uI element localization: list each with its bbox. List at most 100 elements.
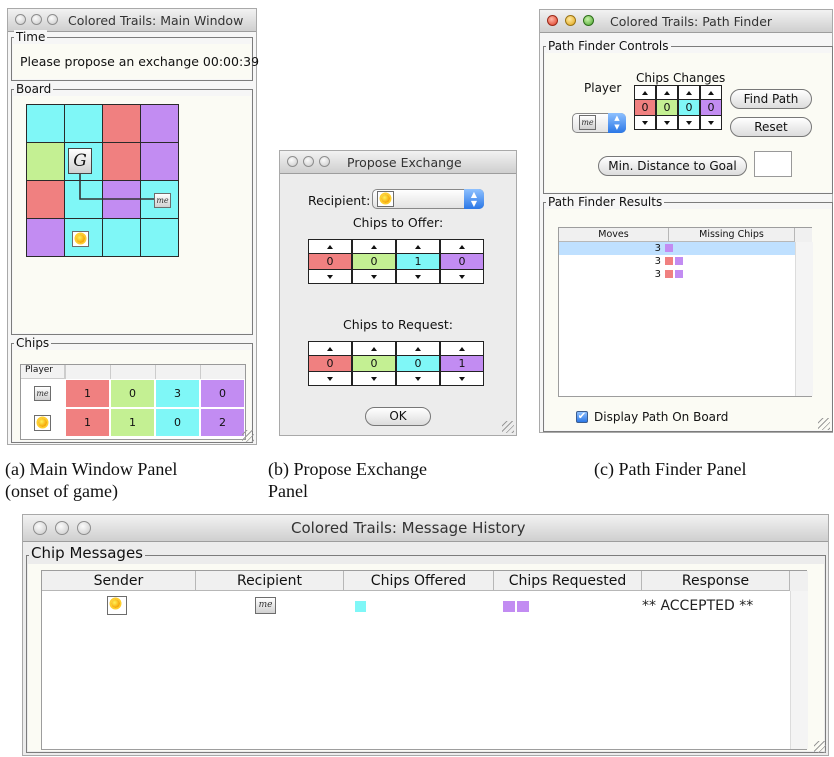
minimize-icon[interactable] — [55, 521, 69, 535]
increment-arrow-icon[interactable] — [396, 239, 440, 254]
results-table: Moves Missing Chips 3 3 3 — [558, 227, 813, 397]
time-group: Time Please propose an exchange 00:00:39 — [11, 30, 259, 81]
chips-table: Player me 10301102 — [20, 364, 246, 440]
sun-token — [34, 415, 51, 431]
group-label: Path Finder Results — [546, 195, 665, 209]
sun-token — [107, 596, 127, 615]
column-header[interactable]: Sender — [42, 571, 196, 591]
increment-arrow-icon[interactable] — [656, 85, 678, 100]
pathfinder-window: Colored Trails: Path Finder Path Finder … — [539, 9, 833, 433]
resize-grip[interactable] — [242, 430, 254, 442]
min-distance-field[interactable] — [754, 151, 792, 177]
main-window-titlebar: Colored Trails: Main Window — [8, 9, 256, 32]
list-item[interactable]: 3 — [559, 242, 795, 255]
status-text: Please propose an exchange 00:00:39 — [20, 54, 260, 69]
missing-chip — [675, 257, 683, 265]
col-missing[interactable]: Missing Chips — [669, 228, 795, 242]
zoom-icon[interactable] — [47, 14, 58, 25]
table-header-cell — [200, 365, 245, 379]
player-select[interactable]: me ▲ ▼ — [572, 113, 626, 133]
close-icon[interactable] — [33, 521, 47, 535]
zoom-icon[interactable] — [319, 156, 330, 167]
window-title: Colored Trails: Main Window — [68, 13, 244, 28]
display-path-checkbox[interactable]: ✔ — [576, 411, 588, 423]
popup-stepper-icon: ▲ ▼ — [464, 189, 484, 209]
resize-grip[interactable] — [502, 421, 514, 433]
col-moves[interactable]: Moves — [559, 228, 669, 242]
chip-value: 1 — [440, 355, 484, 372]
increment-arrow-icon[interactable] — [308, 239, 352, 254]
request-label: Chips to Request: — [342, 317, 454, 332]
decrement-arrow-icon[interactable] — [396, 371, 440, 386]
increment-arrow-icon[interactable] — [352, 239, 396, 254]
decrement-arrow-icon[interactable] — [700, 115, 722, 130]
list-item[interactable]: 3 — [559, 268, 795, 281]
increment-arrow-icon[interactable] — [440, 239, 484, 254]
chip-count-cell: 1 — [110, 408, 155, 437]
resize-grip[interactable] — [818, 418, 830, 430]
recipient-select[interactable]: ▲ ▼ — [372, 189, 484, 209]
close-icon[interactable] — [15, 14, 26, 25]
zoom-icon[interactable] — [583, 15, 594, 26]
popup-stepper-icon: ▲ ▼ — [608, 113, 626, 133]
player-header: Player — [21, 365, 65, 379]
min-distance-button[interactable]: Min. Distance to Goal — [598, 156, 747, 176]
chip-value: 0 — [656, 99, 678, 116]
zoom-icon[interactable] — [77, 521, 91, 535]
decrement-arrow-icon[interactable] — [678, 115, 700, 130]
increment-arrow-icon[interactable] — [352, 341, 396, 356]
close-icon[interactable] — [547, 15, 558, 26]
column-header[interactable]: Response — [642, 571, 790, 591]
find-path-button[interactable]: Find Path — [730, 89, 812, 109]
reset-button[interactable]: Reset — [730, 117, 812, 137]
increment-arrow-icon[interactable] — [634, 85, 656, 100]
vertical-scrollbar[interactable] — [795, 242, 813, 396]
increment-arrow-icon[interactable] — [700, 85, 722, 100]
decrement-arrow-icon[interactable] — [352, 371, 396, 386]
requested-chip — [503, 601, 515, 612]
decrement-arrow-icon[interactable] — [440, 269, 484, 284]
ok-button[interactable]: OK — [365, 407, 431, 426]
minimize-icon[interactable] — [303, 156, 314, 167]
response-text: ** ACCEPTED ** — [642, 598, 754, 614]
group-label: Chips — [14, 336, 52, 350]
caption-a-line1: (a) Main Window Panel — [5, 459, 178, 479]
requested-chip — [517, 601, 529, 612]
caption-a-line2: (onset of game) — [5, 481, 118, 501]
decrement-arrow-icon[interactable] — [308, 371, 352, 386]
decrement-arrow-icon[interactable] — [396, 269, 440, 284]
decrement-arrow-icon[interactable] — [440, 371, 484, 386]
decrement-arrow-icon[interactable] — [352, 269, 396, 284]
vertical-scrollbar[interactable] — [790, 591, 808, 749]
increment-arrow-icon[interactable] — [678, 85, 700, 100]
column-header[interactable]: Recipient — [196, 571, 344, 591]
decrement-arrow-icon[interactable] — [656, 115, 678, 130]
minimize-icon[interactable] — [565, 15, 576, 26]
table-header-cell — [110, 365, 155, 379]
column-header — [790, 571, 808, 592]
close-icon[interactable] — [287, 156, 298, 167]
game-board[interactable]: G me — [26, 104, 179, 257]
chip-count-cell: 2 — [200, 408, 245, 437]
chip-value: 0 — [396, 355, 440, 372]
decrement-arrow-icon[interactable] — [634, 115, 656, 130]
sun-token — [377, 191, 394, 207]
chip-count-cell: 3 — [155, 379, 200, 408]
moves-value: 3 — [654, 256, 661, 267]
display-path-label: Display Path On Board — [594, 410, 729, 424]
column-header[interactable]: Chips Offered — [344, 571, 494, 591]
group-label: Time — [14, 30, 48, 44]
resize-grip[interactable] — [814, 741, 826, 753]
table-row[interactable]: me ** ACCEPTED ** — [42, 595, 790, 619]
offer-label: Chips to Offer: — [352, 215, 444, 230]
increment-arrow-icon[interactable] — [440, 341, 484, 356]
column-header[interactable]: Chips Requested — [494, 571, 642, 591]
increment-arrow-icon[interactable] — [308, 341, 352, 356]
minimize-icon[interactable] — [31, 14, 42, 25]
chip-value: 1 — [396, 253, 440, 270]
list-item[interactable]: 3 — [559, 255, 795, 268]
chip-count-cell: 1 — [65, 408, 110, 437]
increment-arrow-icon[interactable] — [396, 341, 440, 356]
group-label: Path Finder Controls — [546, 39, 671, 53]
decrement-arrow-icon[interactable] — [308, 269, 352, 284]
